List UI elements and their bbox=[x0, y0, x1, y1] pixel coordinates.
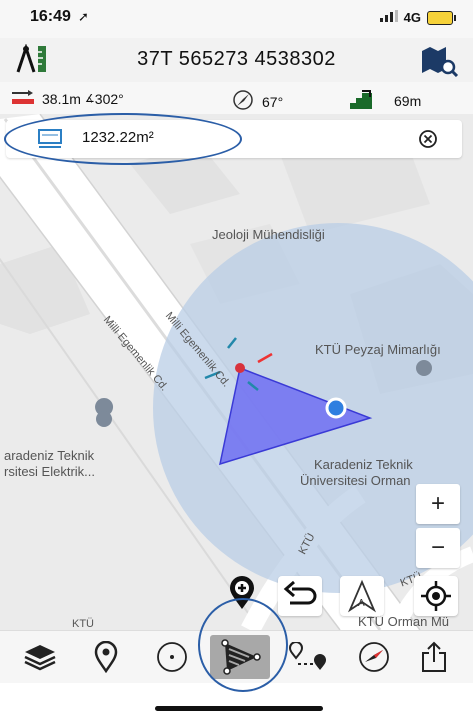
status-indicators: 4G bbox=[379, 10, 456, 25]
bearing-value: 302° bbox=[94, 90, 124, 107]
zoom-in-button[interactable]: + bbox=[416, 484, 460, 524]
map-label-landscape: KTÜ Peyzaj Mimarlığı bbox=[315, 342, 441, 357]
tool-highlight-ring bbox=[198, 598, 288, 692]
undo-icon bbox=[283, 580, 317, 605]
heading-stat: 67° bbox=[232, 89, 283, 114]
status-time: 16:49 bbox=[30, 8, 71, 25]
signal-icon bbox=[379, 10, 398, 25]
point-tool-button[interactable] bbox=[84, 635, 128, 679]
share-icon bbox=[422, 641, 446, 672]
compass-icon bbox=[232, 89, 254, 114]
map-label-ktu-bottom: KTÜ bbox=[72, 618, 94, 630]
zoom-out-button[interactable]: − bbox=[416, 528, 460, 568]
altitude-icon bbox=[350, 89, 372, 112]
battery-icon bbox=[427, 10, 456, 25]
coordinate-display: 37T 565273 4538302 bbox=[137, 48, 336, 70]
map-label-geology: Jeoloji Mühendisliği bbox=[212, 227, 325, 242]
compass-tool-button[interactable] bbox=[352, 635, 396, 679]
distance-icon bbox=[12, 89, 34, 108]
route-icon bbox=[288, 642, 326, 670]
share-button[interactable] bbox=[412, 635, 456, 679]
pin-icon bbox=[94, 641, 118, 673]
layers-button[interactable] bbox=[18, 635, 62, 679]
status-bar: 16:49 ➚ 4G bbox=[0, 0, 473, 38]
distance-stat: 38.1m ∡ 302° bbox=[12, 89, 124, 108]
layers-icon bbox=[24, 645, 56, 671]
map-label-karadeniz-right-2: Üniversitesi Orman bbox=[300, 473, 411, 488]
map-label-karadeniz-left-2: rsitesi Elektrik... bbox=[4, 464, 96, 479]
route-tool-button[interactable] bbox=[286, 635, 330, 679]
locate-me-button[interactable] bbox=[414, 576, 458, 616]
altitude-value: 69m bbox=[394, 92, 422, 109]
bearing-icon: ∡ bbox=[84, 93, 95, 105]
navigation-mode-button[interactable]: A bbox=[340, 576, 384, 616]
crosshair-icon bbox=[421, 581, 451, 611]
map-label-orman-bottom: KTÜ Orman Mü bbox=[358, 614, 450, 629]
map-label-karadeniz-right: Karadeniz Teknik bbox=[314, 457, 413, 472]
location-arrow-icon: ➚ bbox=[78, 9, 89, 24]
undo-button[interactable] bbox=[278, 576, 322, 616]
coordinate-bar: 37T 565273 4538302 bbox=[0, 38, 473, 83]
map-label-karadeniz-left: aradeniz Teknik bbox=[4, 448, 95, 463]
distance-value: 38.1m bbox=[42, 90, 81, 107]
close-icon[interactable] bbox=[418, 129, 438, 154]
circle-icon bbox=[157, 642, 187, 672]
network-type: 4G bbox=[403, 10, 421, 25]
stats-bar: 38.1m ∡ 302° 67° 69m bbox=[0, 82, 473, 114]
home-indicator bbox=[155, 706, 323, 711]
altitude-stat: 69m bbox=[350, 89, 421, 112]
area-highlight-ring bbox=[4, 113, 242, 165]
map-view[interactable]: Jeoloji Mühendisliği Milli Egemenlik Cd.… bbox=[0, 114, 473, 630]
north-arrow-icon: A bbox=[347, 579, 377, 613]
svg-text:A: A bbox=[358, 598, 365, 609]
heading-value: 67° bbox=[262, 93, 284, 110]
map-search-icon[interactable] bbox=[420, 45, 460, 82]
compass-icon bbox=[359, 642, 389, 672]
circle-tool-button[interactable] bbox=[150, 635, 194, 679]
map-canvas bbox=[0, 114, 473, 630]
